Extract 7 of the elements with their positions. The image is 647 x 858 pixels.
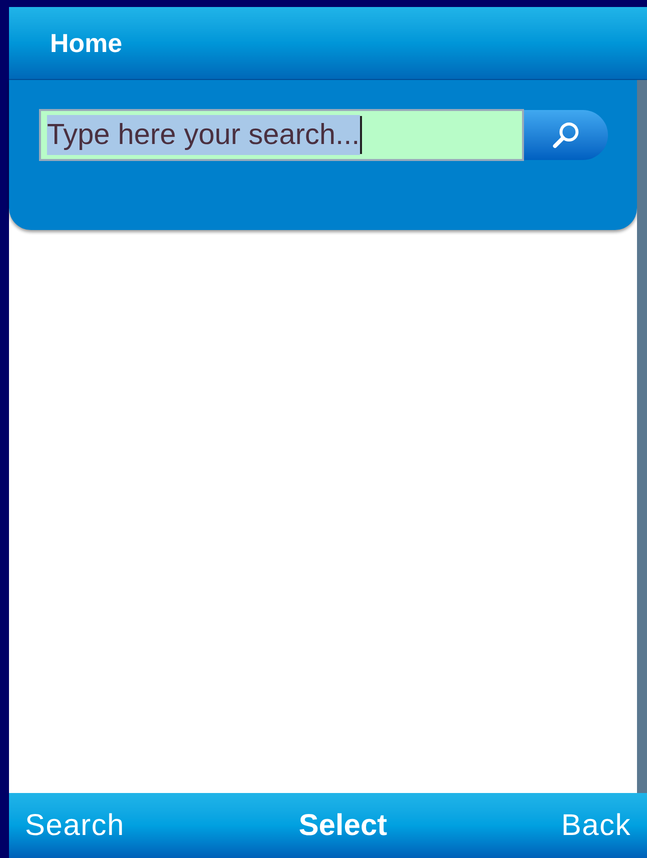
right-softkey[interactable]: Back	[561, 803, 631, 848]
search-icon	[551, 120, 581, 150]
search-field[interactable]: Type here your search...	[39, 109, 524, 161]
screen-title: Home	[50, 26, 122, 60]
left-softkey[interactable]: Search	[25, 803, 125, 848]
search-button[interactable]	[524, 110, 608, 160]
center-softkey[interactable]: Select	[298, 803, 388, 848]
